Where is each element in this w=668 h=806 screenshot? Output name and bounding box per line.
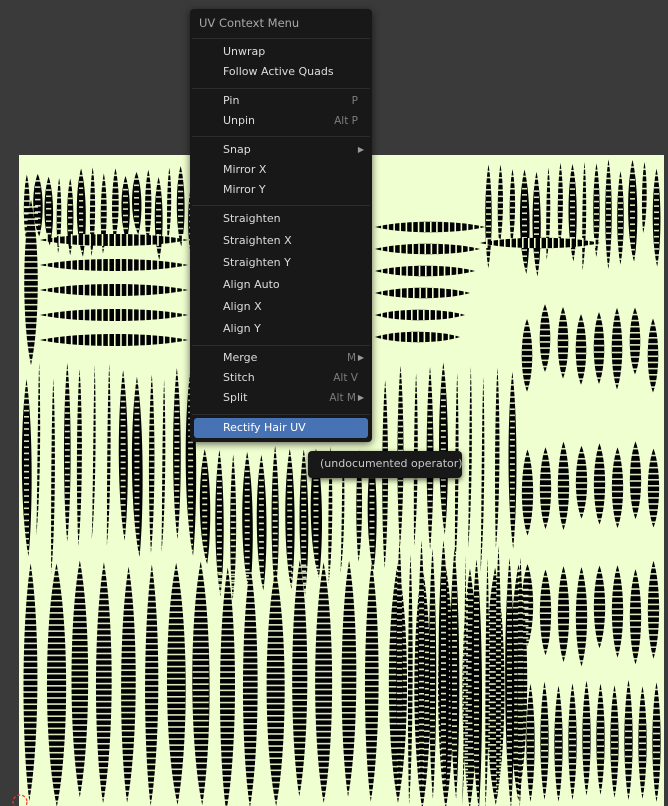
menu-separator [192,205,370,206]
uv-island[interactable] [143,564,160,806]
menu-separator [192,38,370,39]
menu-item-label: Straighten Y [223,256,291,269]
menu-item-shortcut: Alt V [333,372,358,384]
menu-separator [192,345,370,346]
uv-island[interactable] [94,562,114,804]
menu-item-label: Merge [223,351,258,364]
operator-tooltip: (undocumented operator). [308,451,466,478]
menu-item-label: Unwrap [223,45,266,58]
menu-item-mirror-y[interactable]: Mirror Y [194,180,368,200]
submenu-arrow-icon: ▶ [357,353,364,362]
menu-item-label: Rectify Hair UV [223,421,306,434]
menu-item-label: Align Auto [223,278,280,291]
menu-item-align-x[interactable]: Align X [194,297,368,317]
menu-item-label: Pin [223,94,240,107]
menu-item-merge[interactable]: Merge M ▶ [194,348,368,368]
menu-title: UV Context Menu [199,16,300,30]
menu-item-label: Align Y [223,322,261,335]
menu-item-label: Mirror Y [223,183,266,196]
menu-item-label: Straighten X [223,234,292,247]
menu-item-shortcut: Alt M [329,392,356,404]
uv-context-menu: UV Context Menu Unwrap Follow Active Qua… [190,9,372,442]
menu-item-label: Mirror X [223,163,267,176]
menu-item-straighten[interactable]: Straighten [194,209,368,229]
menu-item-shortcut: P [351,95,358,107]
menu-separator [192,136,370,137]
menu-item-shortcut: Alt P [334,115,358,127]
menu-item-label: Follow Active Quads [223,65,334,78]
uv-island[interactable] [480,237,600,249]
menu-item-pin[interactable]: Pin P [194,91,368,111]
menu-item-label: Straighten [223,212,281,225]
submenu-arrow-icon: ▶ [357,145,364,154]
menu-separator [192,414,370,415]
menu-separator [192,88,370,89]
menu-item-straighten-y[interactable]: Straighten Y [194,253,368,273]
menu-item-unwrap[interactable]: Unwrap [194,42,368,62]
menu-item-stitch[interactable]: Stitch Alt V [194,368,368,388]
menu-item-align-y[interactable]: Align Y [194,319,368,339]
menu-item-label: Unpin [223,114,256,127]
menu-item-rectify-hair-uv[interactable]: Rectify Hair UV [194,418,368,438]
menu-item-straighten-x[interactable]: Straighten X [194,231,368,251]
menu-item-label: Align X [223,300,262,313]
menu-item-follow-active-quads[interactable]: Follow Active Quads [194,62,368,82]
2d-cursor-icon[interactable] [8,790,28,806]
menu-item-shortcut: M [346,352,356,364]
uv-island[interactable] [166,563,186,805]
menu-item-split[interactable]: Split Alt M ▶ [194,388,368,408]
menu-item-unpin[interactable]: Unpin Alt P [194,111,368,131]
submenu-arrow-icon: ▶ [357,393,364,402]
menu-item-mirror-x[interactable]: Mirror X [194,160,368,180]
uv-island[interactable] [192,561,210,806]
menu-item-align-auto[interactable]: Align Auto [194,275,368,295]
menu-item-label: Stitch [223,371,255,384]
tooltip-text: (undocumented operator). [320,457,467,470]
menu-item-label: Snap [223,143,251,156]
menu-item-snap[interactable]: Snap ▶ [194,140,368,160]
menu-item-label: Split [223,391,248,404]
